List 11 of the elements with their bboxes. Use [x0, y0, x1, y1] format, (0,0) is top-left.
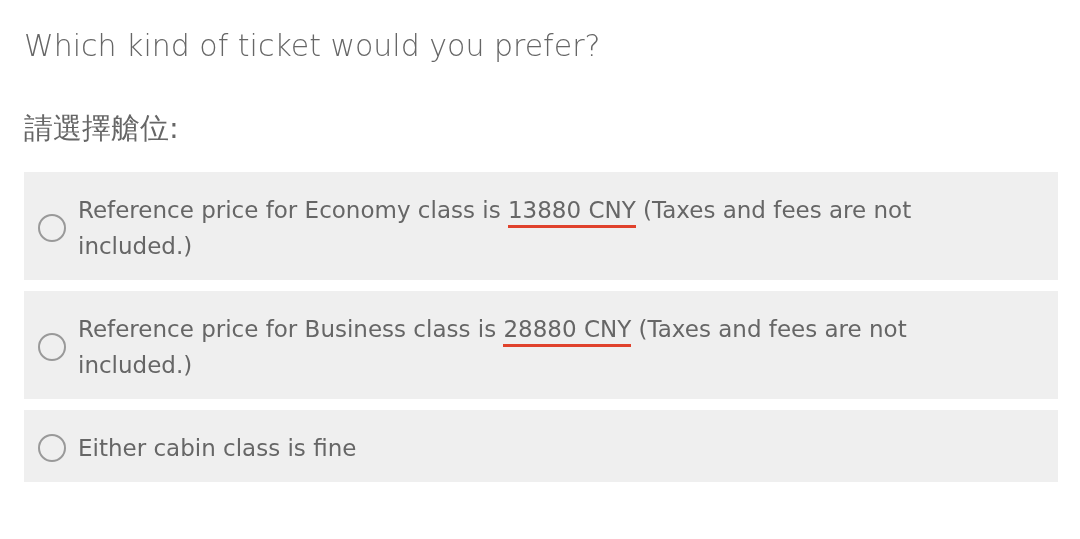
option-row[interactable]: Reference price for Business class is 28880 CNY (Taxes and fees are not included.): [24, 290, 1058, 399]
radio-button[interactable]: [38, 433, 66, 462]
option-label: Reference price for Business class is 28880 CNY (Taxes and fees are not included.): [78, 314, 908, 380]
option-label: Either cabin class is fine: [78, 433, 357, 463]
prompt-text: 請選擇艙位:: [24, 110, 180, 147]
radio-button[interactable]: [38, 332, 66, 361]
radio-button[interactable]: [38, 213, 66, 242]
option-label: Reference price for Economy class is 13880 CNY (Taxes and fees are not included.): [78, 195, 913, 261]
question-text: Which kind of ticket would you prefer?: [24, 27, 602, 65]
option-row[interactable]: Reference price for Economy class is 13880 CNY (Taxes and fees are not included.): [24, 171, 1058, 280]
option-row[interactable]: Either cabin class is fine: [24, 409, 1058, 482]
